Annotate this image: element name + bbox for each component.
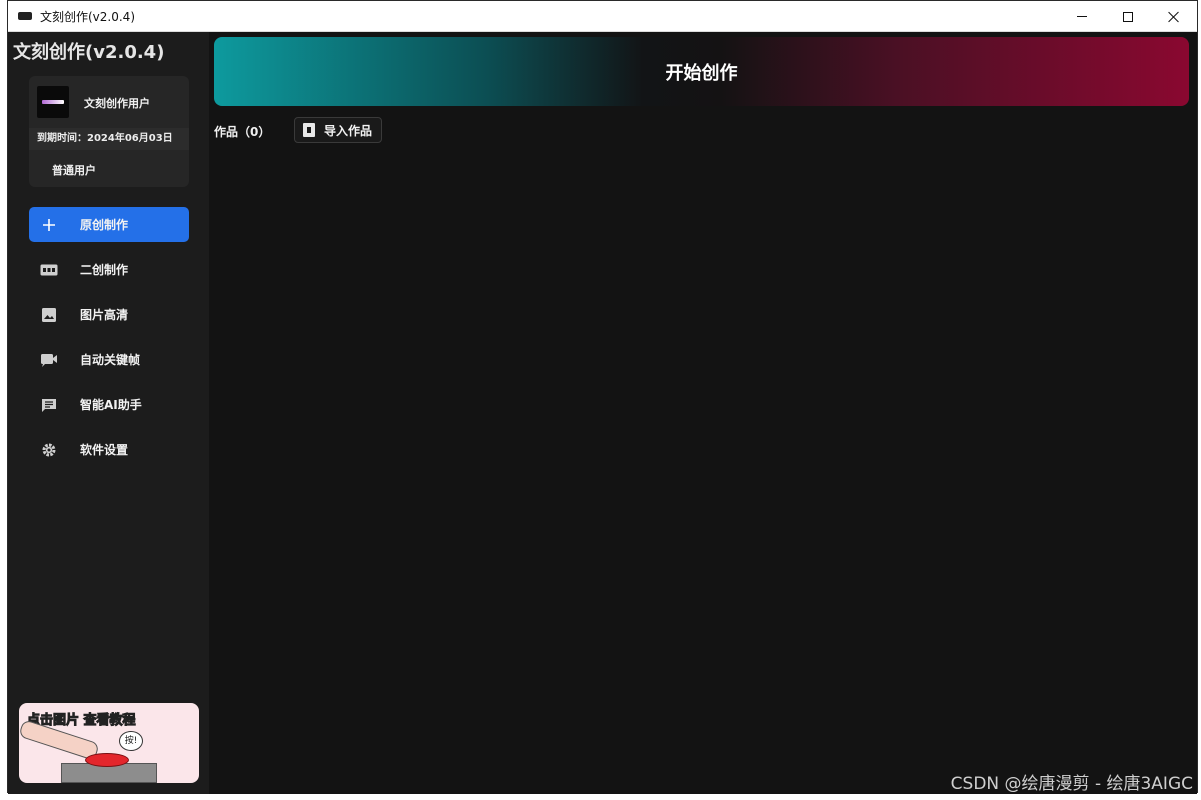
expiry-date: 到期时间：2024年06月03日 bbox=[29, 128, 189, 150]
video-icon bbox=[39, 350, 59, 370]
sidebar-item-label: 智能AI助手 bbox=[80, 398, 142, 412]
works-count-label: 作品（0） bbox=[214, 125, 271, 139]
minimize-icon bbox=[1077, 16, 1087, 17]
main-content: 开始创作 作品（0） 导入作品 CSDN @绘唐漫剪 - 绘唐3AIGC bbox=[209, 32, 1197, 794]
user-role: 普通用户 bbox=[52, 164, 96, 177]
sidebar-item-label: 软件设置 bbox=[80, 443, 129, 457]
banner-title: 开始创作 bbox=[665, 62, 738, 84]
red-button-illustration bbox=[85, 753, 129, 767]
file-import-icon bbox=[303, 123, 315, 137]
maximize-button[interactable] bbox=[1105, 1, 1151, 32]
sidebar: 文刻创作(v2.0.4) 文刻创作用户 到期时间：2024年06月03日 普通用… bbox=[8, 32, 209, 794]
import-works-button[interactable]: 导入作品 bbox=[294, 117, 382, 143]
app-brand-title: 文刻创作(v2.0.4) bbox=[13, 42, 165, 63]
sidebar-item-label: 自动关键帧 bbox=[80, 353, 141, 367]
app-window: 文刻创作(v2.0.4) 文刻创作(v2.0.4) 文刻创作用户 到期时间：20… bbox=[7, 0, 1198, 794]
avatar bbox=[37, 86, 69, 118]
sidebar-item-label: 二创制作 bbox=[80, 263, 129, 277]
import-button-label: 导入作品 bbox=[324, 123, 373, 138]
sidebar-item-label: 图片高清 bbox=[80, 308, 129, 322]
watermark-text: CSDN @绘唐漫剪 - 绘唐3AIGC bbox=[950, 774, 1193, 794]
image-icon bbox=[39, 305, 59, 325]
minimize-button[interactable] bbox=[1059, 1, 1105, 32]
maximize-icon bbox=[1123, 11, 1133, 22]
sidebar-item-keyframe[interactable]: 自动关键帧 bbox=[29, 342, 189, 377]
window-title: 文刻创作(v2.0.4) bbox=[40, 9, 135, 24]
tutorial-promo-image[interactable]: 点击图片 查看教程 按! bbox=[19, 703, 199, 783]
sidebar-item-original[interactable]: 原创制作 bbox=[29, 207, 189, 242]
close-icon bbox=[1168, 11, 1180, 23]
chat-icon bbox=[39, 395, 59, 415]
speech-bubble: 按! bbox=[119, 731, 143, 751]
close-button[interactable] bbox=[1151, 1, 1197, 32]
app-logo-icon bbox=[18, 12, 32, 20]
user-name: 文刻创作用户 bbox=[84, 97, 150, 110]
plus-icon bbox=[39, 215, 59, 235]
user-card: 文刻创作用户 到期时间：2024年06月03日 普通用户 bbox=[29, 76, 189, 187]
sidebar-item-image-hd[interactable]: 图片高清 bbox=[29, 297, 189, 332]
title-bar[interactable]: 文刻创作(v2.0.4) bbox=[8, 1, 1197, 32]
start-creation-banner[interactable]: 开始创作 bbox=[214, 37, 1189, 106]
brand-logo-icon bbox=[42, 100, 64, 104]
nfo-icon bbox=[39, 260, 59, 280]
sidebar-item-label: 原创制作 bbox=[80, 218, 129, 232]
sidebar-item-ai-assistant[interactable]: 智能AI助手 bbox=[29, 387, 189, 422]
sidebar-item-derivative[interactable]: 二创制作 bbox=[29, 252, 189, 287]
sidebar-nav: 原创制作 二创制作 图片高清 自动关键帧 智能AI助手 软件设置 bbox=[29, 207, 189, 477]
gear-icon bbox=[39, 440, 59, 460]
sidebar-item-settings[interactable]: 软件设置 bbox=[29, 432, 189, 467]
